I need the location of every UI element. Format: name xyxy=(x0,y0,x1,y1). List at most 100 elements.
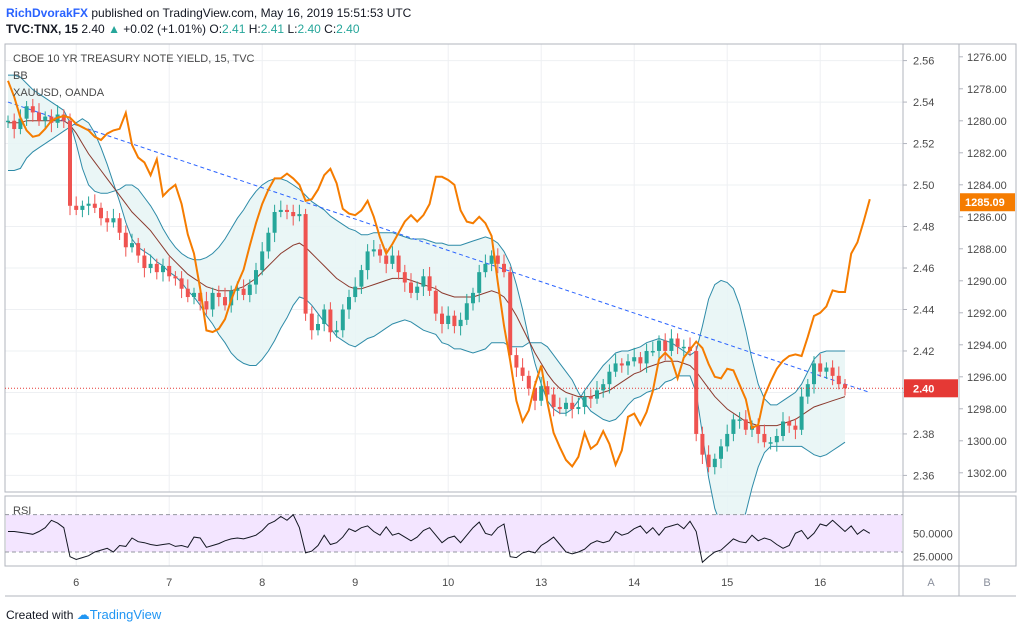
right-tick-label: 1278.00 xyxy=(967,84,1007,96)
candle-body xyxy=(700,433,705,455)
candle-body xyxy=(86,203,91,206)
candle-body xyxy=(303,214,308,314)
candle-body xyxy=(12,120,17,130)
candle-body xyxy=(743,419,748,430)
candle-body xyxy=(123,232,128,248)
candle-body xyxy=(223,297,227,306)
candle-body xyxy=(495,255,500,264)
candle-body xyxy=(551,394,556,407)
candle-body xyxy=(576,406,581,410)
right-tick-label: 1286.00 xyxy=(967,212,1007,224)
xauusd-legend[interactable]: XAUUSD, OANDA xyxy=(13,87,104,99)
rsi-tick-label: 25.0000 xyxy=(913,552,953,564)
candle-body xyxy=(415,286,420,293)
candle-body xyxy=(254,270,258,285)
candle-body xyxy=(409,282,413,293)
candle-body xyxy=(43,116,48,121)
chart-canvas[interactable]: 2.56 2.54 2.52 2.50 2.48 2.46 2.44 2.42 2.40 2.38… xyxy=(0,0,1022,632)
candle-body xyxy=(601,384,606,391)
candle-body xyxy=(247,284,252,295)
tradingview-logo-icon[interactable]: ☁ xyxy=(77,607,90,622)
time-tick-label: 10 xyxy=(442,577,454,589)
candle-body xyxy=(322,309,327,324)
candle-body xyxy=(328,309,333,333)
left-tick-label: 2.46 xyxy=(913,263,934,275)
rsi-band-fill xyxy=(6,514,902,552)
time-tick-label: 7 xyxy=(166,577,172,589)
time-axis[interactable]: 6 7 8 9 10 13 14 15 16 A B xyxy=(73,577,991,589)
candle-body xyxy=(607,371,612,385)
left-tick-label: 2.44 xyxy=(913,304,934,316)
candle-body xyxy=(694,350,699,434)
current-price-label: 2.40 xyxy=(913,383,934,395)
candle-body xyxy=(595,390,599,399)
candle-body xyxy=(626,361,630,366)
right-tick-label: 1280.00 xyxy=(967,116,1007,128)
candle-body xyxy=(216,292,221,298)
left-tick-label: 2.42 xyxy=(913,346,934,358)
candle-body xyxy=(347,297,351,310)
right-tick-label: 1276.00 xyxy=(967,52,1007,64)
candle-body xyxy=(167,265,172,277)
right-tick-label: 1292.00 xyxy=(967,308,1007,320)
gold-price-label: 1285.09 xyxy=(965,197,1005,209)
candle-body xyxy=(725,433,730,447)
candle-body xyxy=(37,112,41,121)
candle-body xyxy=(316,324,320,331)
candle-body xyxy=(613,363,618,372)
candle-body xyxy=(657,340,661,351)
candle-body xyxy=(712,458,717,468)
candle-body xyxy=(564,402,568,410)
candle-body xyxy=(241,288,246,295)
candle-body xyxy=(161,265,165,273)
rsi-legend[interactable]: RSI xyxy=(13,505,31,517)
time-tick-label: 9 xyxy=(352,577,358,589)
right-price-axis[interactable]: 1276.00 1278.00 1280.00 1282.00 1284.00 1286.… xyxy=(959,52,1015,480)
bb-legend[interactable]: BB xyxy=(13,70,28,82)
right-tick-label: 1282.00 xyxy=(967,148,1007,160)
candle-body xyxy=(619,363,624,366)
candle-body xyxy=(526,375,531,389)
candle-body xyxy=(452,315,457,327)
candle-body xyxy=(762,433,767,443)
rsi-tick-label: 50.0000 xyxy=(913,528,953,540)
candle-body xyxy=(781,421,785,436)
candle-body xyxy=(632,357,637,362)
candle-body xyxy=(384,255,389,264)
bollinger-band-fill xyxy=(8,75,845,538)
candle-body xyxy=(830,367,835,376)
time-tick-label: 13 xyxy=(535,577,547,589)
candle-body xyxy=(185,288,190,298)
candle-body xyxy=(340,309,345,331)
candle-body xyxy=(570,402,575,410)
candle-body xyxy=(390,255,395,264)
candle-body xyxy=(272,212,277,233)
time-tick-label: 14 xyxy=(628,577,640,589)
candle-body xyxy=(421,276,426,287)
right-tick-label: 1298.00 xyxy=(967,404,1007,416)
left-tick-label: 2.52 xyxy=(913,139,934,151)
candle-body xyxy=(402,272,407,283)
candle-body xyxy=(154,263,159,273)
candle-body xyxy=(502,263,506,273)
candle-body xyxy=(24,106,29,119)
right-tick-label: 1284.00 xyxy=(967,180,1007,192)
candle-body xyxy=(92,203,97,208)
candle-body xyxy=(334,330,339,333)
candle-body xyxy=(136,243,141,256)
tradingview-brand[interactable]: TradingView xyxy=(90,607,162,622)
footer: Created with ☁TradingView xyxy=(6,607,161,623)
candle-body xyxy=(731,419,736,434)
left-price-axis[interactable]: 2.56 2.54 2.52 2.50 2.48 2.46 2.44 2.42 2.40 2.38… xyxy=(903,56,958,483)
candle-body xyxy=(774,436,779,443)
time-tick-label: 6 xyxy=(73,577,79,589)
candle-body xyxy=(557,406,562,410)
right-tick-label: 1290.00 xyxy=(967,276,1007,288)
candle-body xyxy=(433,290,438,314)
main-series-legend[interactable]: CBOE 10 YR TREASURY NOTE YIELD, 15, TVC xyxy=(13,53,254,65)
candle-body xyxy=(706,454,711,468)
candle-body xyxy=(756,425,761,434)
scale-tab-b: B xyxy=(983,577,990,589)
candle-body xyxy=(192,292,196,298)
candle-body xyxy=(719,446,723,459)
